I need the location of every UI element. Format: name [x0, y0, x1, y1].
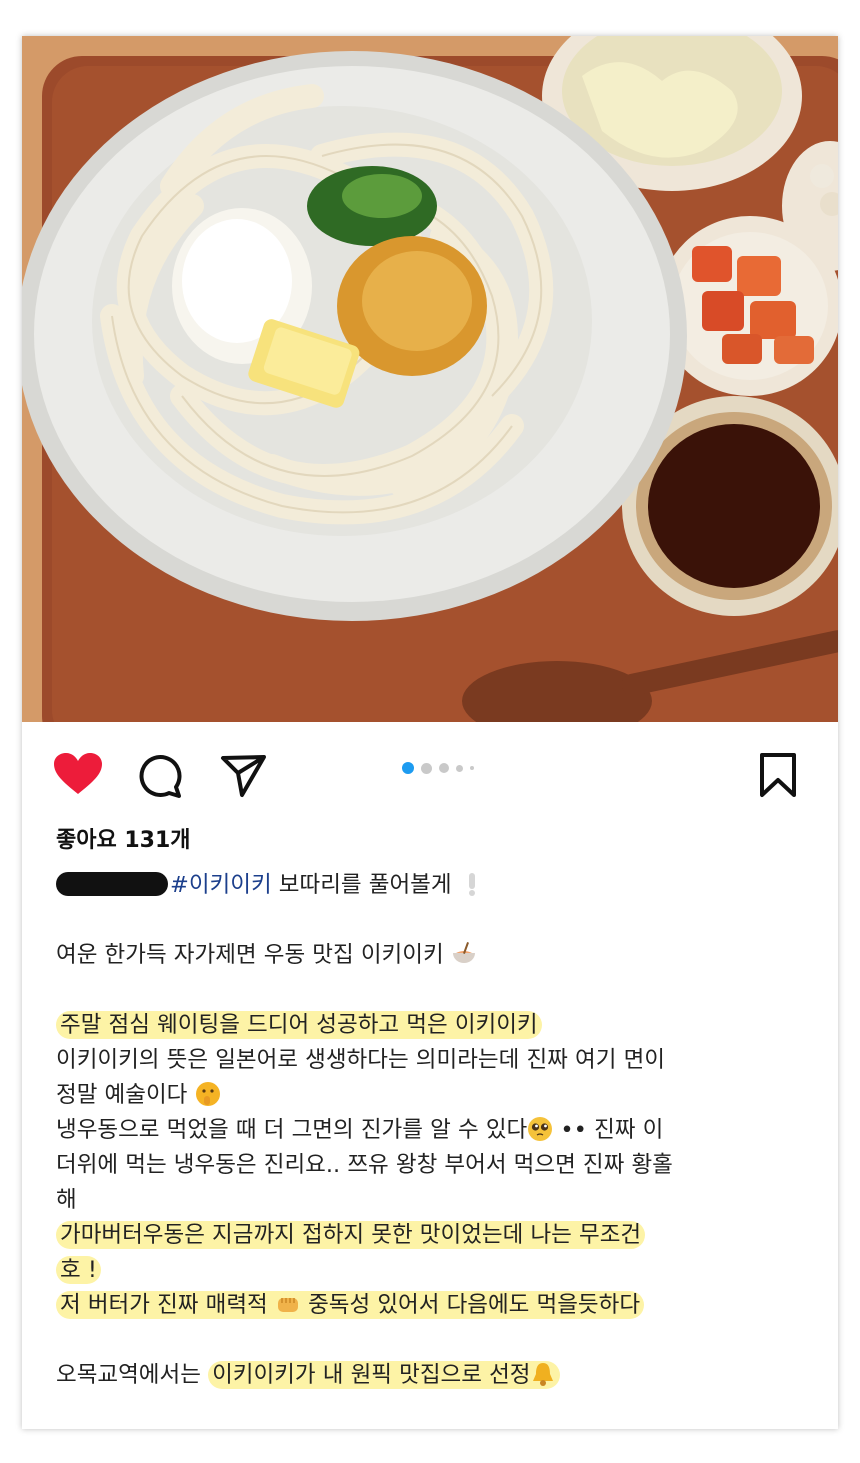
likes-count[interactable]: 좋아요 131개 — [56, 822, 191, 854]
share-icon — [221, 755, 266, 797]
caption-text: 해 — [56, 1187, 77, 1213]
carousel-indicator — [402, 762, 474, 774]
post-caption: #이키이키 보따리를 풀어볼게 여운 한가득 자가제면 우동 맛집 이키이키 주… — [56, 868, 816, 1393]
caption-text: 이키이키가 내 원픽 맛집으로 선정 — [212, 1362, 531, 1388]
carousel-dot — [402, 762, 414, 774]
carousel-dot — [439, 763, 449, 773]
caption-text: 냉우동으로 먹었을 때 더 그면의 진가를 알 수 있다 — [56, 1117, 528, 1143]
caption-line: 해 — [56, 1183, 816, 1218]
comment-button[interactable] — [134, 752, 184, 800]
caption-text: 오목교역에서는 — [56, 1362, 209, 1388]
bell-emoji — [533, 1363, 554, 1386]
hashtag-link[interactable]: #이키이키 — [170, 872, 272, 898]
caption-text: 이키이키의 뜻은 일본어로 생생하다는 의미라는데 진짜 여기 면이 — [56, 1047, 665, 1073]
caption-text: •• 진짜 이 — [560, 1117, 664, 1143]
pleading-face-emoji — [528, 1117, 553, 1141]
caption-line: 오목교역에서는 이키이키가 내 원픽 맛집으로 선정 — [56, 1358, 816, 1393]
highlighted-text: 저 버터가 진짜 매력적 중독성 있어서 다음에도 먹을듯하다 — [56, 1291, 645, 1319]
caption-line: 호 ! — [56, 1253, 816, 1288]
heart-icon — [54, 753, 102, 794]
caption-intro: #이키이키 보따리를 풀어볼게 — [56, 868, 816, 903]
carousel-dot — [470, 766, 474, 770]
caption-line: 가마버터우동은 지금까지 접하지 못한 맛이었는데 나는 무조건 — [56, 1218, 816, 1253]
post-photo[interactable] — [22, 36, 838, 722]
share-button[interactable] — [218, 752, 270, 800]
caption-text: 여운 한가득 자가제면 우동 맛집 이키이키 — [56, 942, 444, 968]
caption-text: 저 버터가 진짜 매력적 — [60, 1292, 268, 1318]
caption-line: 이키이키의 뜻은 일본어로 생생하다는 의미라는데 진짜 여기 면이 — [56, 1043, 816, 1078]
caption-line: 주말 점심 웨이팅을 드디어 성공하고 먹은 이키이키 — [56, 1008, 816, 1043]
bookmark-icon — [760, 753, 796, 797]
caption-line: 정말 예술이다 — [56, 1078, 816, 1113]
bookmark-button[interactable] — [756, 750, 800, 800]
caption-line: 저 버터가 진짜 매력적 중독성 있어서 다음에도 먹을듯하다 — [56, 1288, 816, 1323]
caption-text: 보따리를 풀어볼게 — [271, 872, 452, 898]
carousel-dot — [456, 764, 463, 772]
highlighted-text: 가마버터우동은 지금까지 접하지 못한 맛이었는데 나는 무조건 — [56, 1221, 646, 1249]
udon-photo — [22, 36, 838, 722]
like-button[interactable] — [50, 750, 106, 798]
caption-line: 냉우동으로 먹었을 때 더 그면의 진가를 알 수 있다 •• 진짜 이 — [56, 1113, 816, 1148]
fist-bump-emoji — [277, 1298, 298, 1312]
redacted-username[interactable] — [56, 872, 168, 896]
highlighted-text: 호 ! — [56, 1256, 101, 1284]
highlighted-text: 이키이키가 내 원픽 맛집으로 선정 — [208, 1361, 561, 1389]
carousel-dot — [421, 762, 432, 774]
caption-text: 중독성 있어서 다음에도 먹을듯하다 — [308, 1292, 641, 1318]
ramen-emoji — [452, 942, 475, 963]
caption-text: 더위에 먹는 냉우동은 진리요.. 쯔유 왕창 부어서 먹으면 진짜 황홀 — [56, 1152, 673, 1178]
post-card: 좋아요 131개 #이키이키 보따리를 풀어볼게 여운 한가득 자가제면 우동 … — [22, 36, 838, 1429]
highlighted-text: 주말 점심 웨이팅을 드디어 성공하고 먹은 이키이키 — [56, 1011, 542, 1039]
caption-line: 더위에 먹는 냉우동은 진리요.. 쯔유 왕창 부어서 먹으면 진짜 황홀 — [56, 1148, 816, 1183]
shushing-face-emoji — [195, 1082, 220, 1106]
exclamation-icon — [468, 873, 475, 896]
caption-text: 정말 예술이다 — [56, 1082, 188, 1108]
caption-line: 여운 한가득 자가제면 우동 맛집 이키이키 — [56, 938, 816, 973]
comment-icon — [139, 755, 182, 798]
